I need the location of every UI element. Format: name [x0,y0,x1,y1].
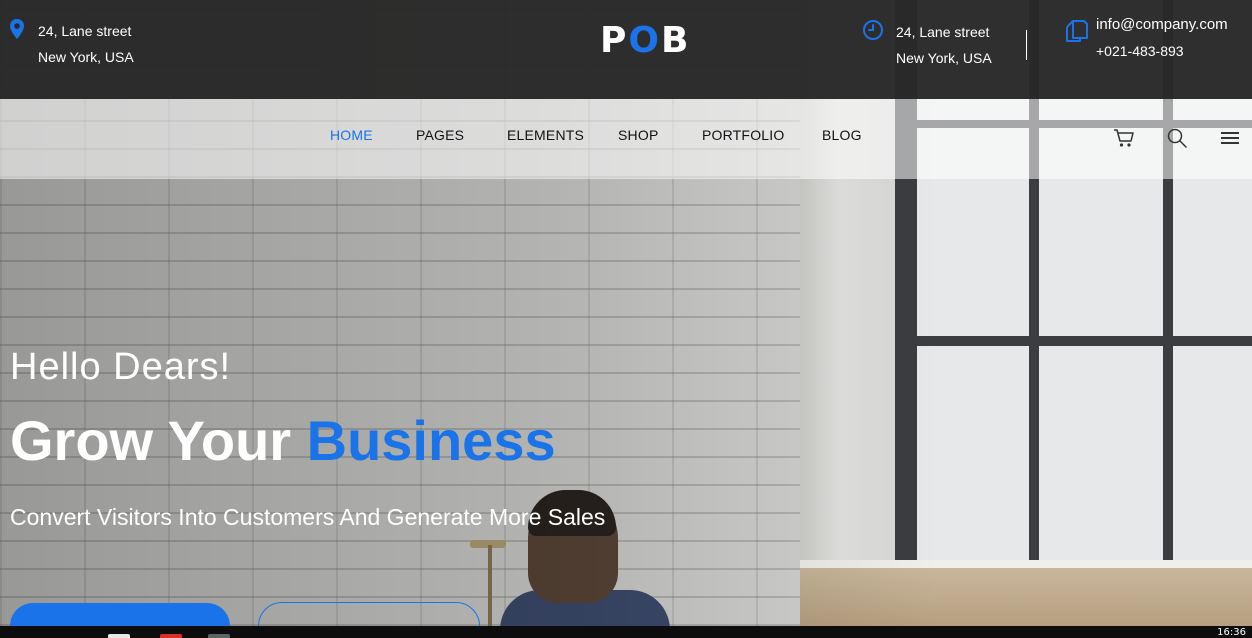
logo-letter-2: O [628,20,661,61]
hero-title: Grow Your Business [10,408,556,473]
top-bar-divider [1026,30,1027,60]
main-nav-bar: HOME PAGES ELEMENTS SHOP PORTFOLIO BLOG [0,99,1252,179]
address-right-block: 24, Lane street New York, USA [862,19,992,71]
logo-letter-3: B [661,20,691,61]
nav-item-pages[interactable]: PAGES [416,127,464,143]
taskbar-clock[interactable]: 16:36 [1217,627,1246,638]
address-left-line2: New York, USA [38,49,134,65]
address-right-line1: 24, Lane street [896,24,990,40]
page-root: 24, Lane street New York, USA POB 24, La… [0,0,1252,638]
clock-icon [862,19,884,41]
map-pin-icon [6,18,28,40]
taskbar-app-icon[interactable] [208,634,230,638]
address-left-text: 24, Lane street New York, USA [38,18,134,70]
nav-item-shop[interactable]: SHOP [618,127,658,143]
address-right-line2: New York, USA [896,50,992,66]
address-left-line1: 24, Lane street [38,23,132,39]
hero-subtitle: Convert Visitors Into Customers And Gene… [10,504,606,530]
taskbar-browser-icon[interactable] [160,634,182,638]
nav-item-portfolio[interactable]: PORTFOLIO [702,127,784,143]
taskbar-app-icon[interactable] [108,634,130,638]
hero-greeting: Hello Dears! [10,346,232,388]
cart-icon[interactable] [1112,126,1136,150]
contact-text: info@company.com +021-483-893 [1096,12,1228,64]
nav-item-elements[interactable]: ELEMENTS [507,127,584,143]
logo-letter-1: P [600,20,629,61]
site-logo[interactable]: POB [600,20,690,61]
copy-icon [1064,18,1090,44]
address-left-block: 24, Lane street New York, USA [6,18,134,70]
top-info-bar: 24, Lane street New York, USA POB 24, La… [0,0,1252,99]
nav-item-home[interactable]: HOME [330,127,373,143]
hero-title-white: Grow Your [10,409,307,472]
address-right-text: 24, Lane street New York, USA [896,19,992,71]
contact-email-link[interactable]: info@company.com [1096,12,1228,38]
contact-phone[interactable]: +021-483-893 [1096,38,1228,64]
contact-block: info@company.com +021-483-893 [1064,16,1228,64]
search-icon[interactable] [1165,126,1189,150]
menu-icon[interactable] [1218,126,1242,150]
os-taskbar: 16:36 [0,626,1252,638]
hero-title-blue: Business [306,409,556,472]
nav-item-blog[interactable]: BLOG [822,127,862,143]
